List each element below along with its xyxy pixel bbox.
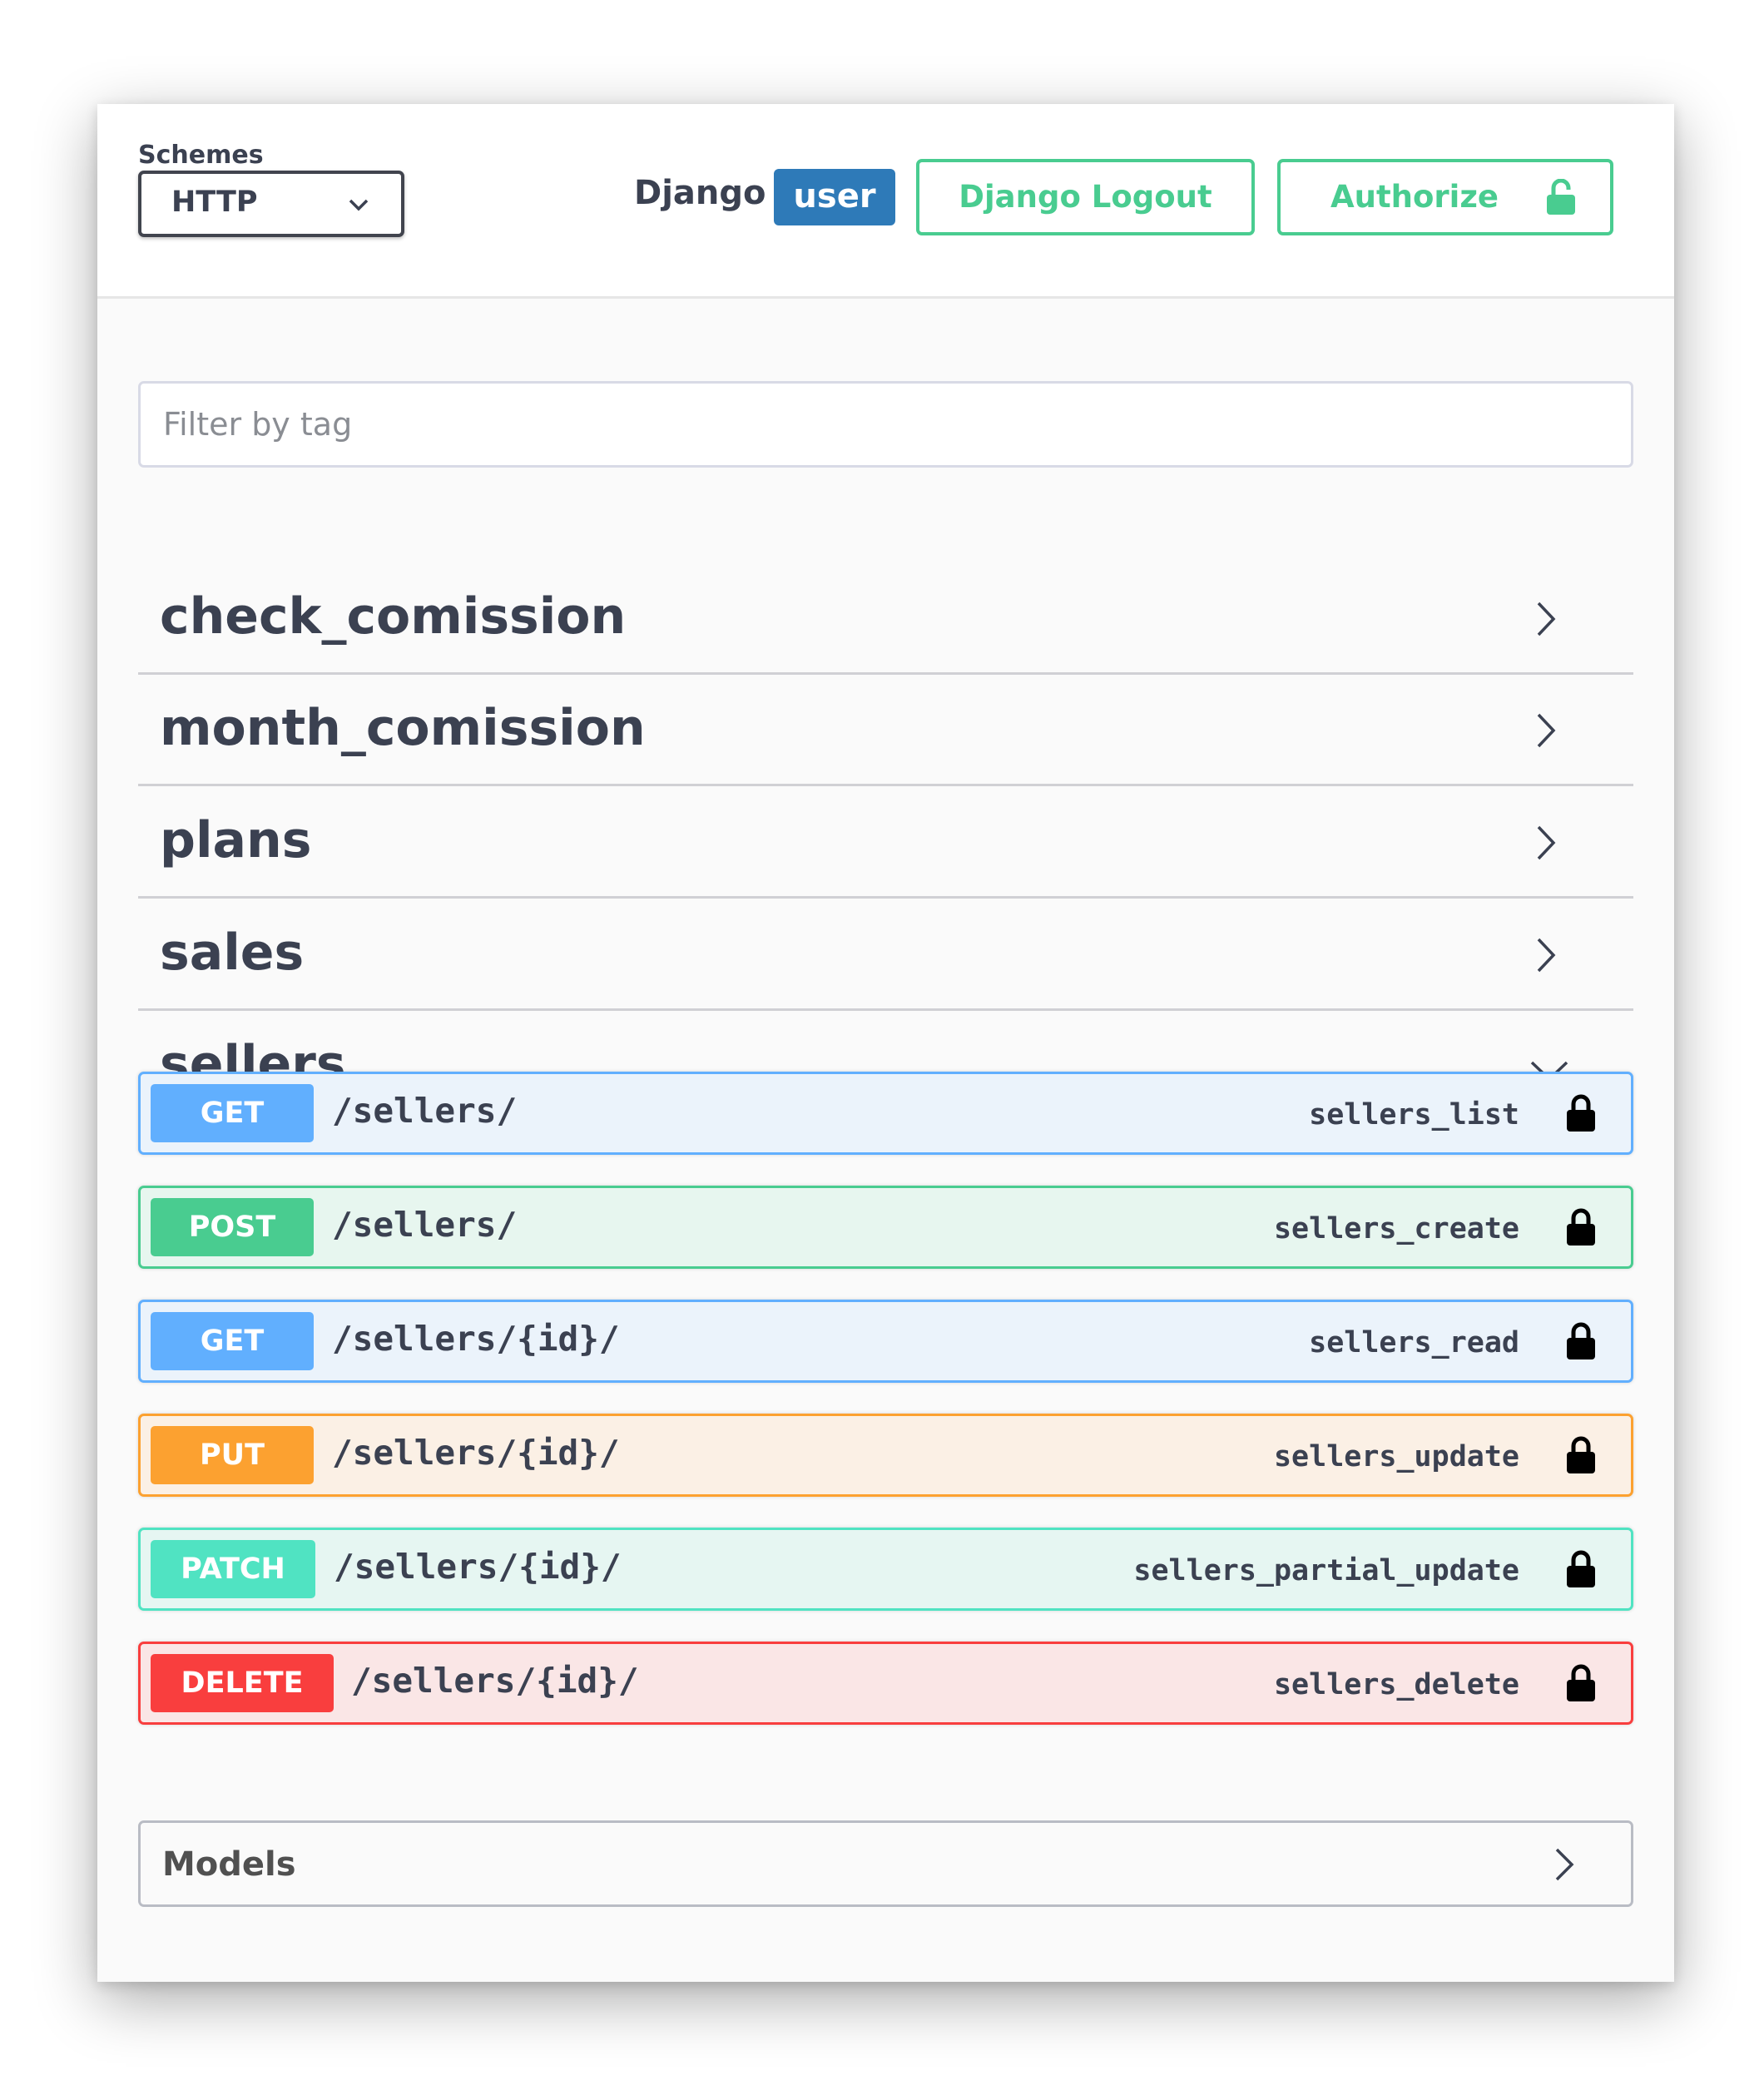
tag-sales[interactable]: sales [138, 899, 1633, 1011]
models-label: Models [162, 1845, 296, 1884]
operation-get-sellers-read[interactable]: GET /sellers/{id}/ sellers_read [138, 1300, 1633, 1383]
operation-path: /sellers/{id}/ [332, 1319, 620, 1359]
tag-name: check_comission [160, 587, 627, 646]
tag-plans[interactable]: plans [138, 787, 1633, 899]
method-badge: GET [151, 1312, 314, 1370]
scheme-select-value: HTTP [171, 186, 258, 219]
user-badge: user [774, 169, 895, 225]
operation-delete-sellers-delete[interactable]: DELETE /sellers/{id}/ sellers_delete [138, 1642, 1633, 1725]
lock-icon[interactable] [1566, 1550, 1596, 1588]
chevron-right-icon [1537, 825, 1556, 860]
operation-post-sellers-create[interactable]: POST /sellers/ sellers_create [138, 1186, 1633, 1269]
lock-icon[interactable] [1566, 1664, 1596, 1702]
tag-name: plans [160, 811, 312, 869]
tag-check-comission[interactable]: check_comission [138, 563, 1633, 675]
lock-icon[interactable] [1566, 1094, 1596, 1132]
operation-patch-sellers-partial-update[interactable]: PATCH /sellers/{id}/ sellers_partial_upd… [138, 1528, 1633, 1611]
top-bar: Schemes HTTP Django user Django Logout A… [97, 104, 1674, 299]
operation-id: sellers_update [1273, 1440, 1519, 1473]
chevron-right-icon [1555, 1848, 1574, 1881]
schemes-label: Schemes [138, 141, 264, 170]
filter-by-tag-input[interactable] [138, 381, 1633, 468]
operation-put-sellers-update[interactable]: PUT /sellers/{id}/ sellers_update [138, 1414, 1633, 1497]
operation-id: sellers_delete [1273, 1668, 1519, 1701]
method-badge: POST [151, 1198, 314, 1256]
operation-path: /sellers/{id}/ [332, 1433, 620, 1473]
operation-id: sellers_partial_update [1133, 1554, 1519, 1587]
tag-name: month_comission [160, 699, 646, 757]
django-label: Django [634, 174, 766, 212]
method-badge: PUT [151, 1426, 314, 1484]
operation-path: /sellers/{id}/ [351, 1661, 639, 1701]
lock-icon[interactable] [1566, 1322, 1596, 1360]
chevron-right-icon [1537, 602, 1556, 636]
swagger-window: Schemes HTTP Django user Django Logout A… [97, 104, 1674, 1982]
tag-month-comission[interactable]: month_comission [138, 675, 1633, 786]
chevron-right-icon [1537, 713, 1556, 748]
django-logout-button[interactable]: Django Logout [916, 159, 1255, 235]
operation-path: /sellers/{id}/ [334, 1547, 622, 1587]
operation-id: sellers_create [1273, 1212, 1519, 1246]
method-badge: DELETE [151, 1654, 334, 1712]
chevron-right-icon [1537, 938, 1556, 973]
authorize-button[interactable]: Authorize [1277, 159, 1613, 235]
operation-path: /sellers/ [332, 1205, 518, 1245]
operation-path: /sellers/ [332, 1091, 518, 1131]
lock-open-icon [1547, 179, 1575, 215]
authorize-button-label: Authorize [1330, 179, 1499, 215]
lock-icon[interactable] [1566, 1208, 1596, 1246]
models-section[interactable]: Models [138, 1820, 1633, 1907]
operation-id: sellers_read [1309, 1326, 1519, 1359]
scheme-select[interactable]: HTTP [138, 171, 404, 237]
operation-get-sellers-list[interactable]: GET /sellers/ sellers_list [138, 1072, 1633, 1155]
lock-icon[interactable] [1566, 1436, 1596, 1474]
method-badge: PATCH [151, 1540, 315, 1598]
method-badge: GET [151, 1084, 314, 1142]
chevron-down-icon [349, 199, 369, 211]
operation-id: sellers_list [1309, 1098, 1519, 1132]
tag-name: sales [160, 924, 305, 982]
